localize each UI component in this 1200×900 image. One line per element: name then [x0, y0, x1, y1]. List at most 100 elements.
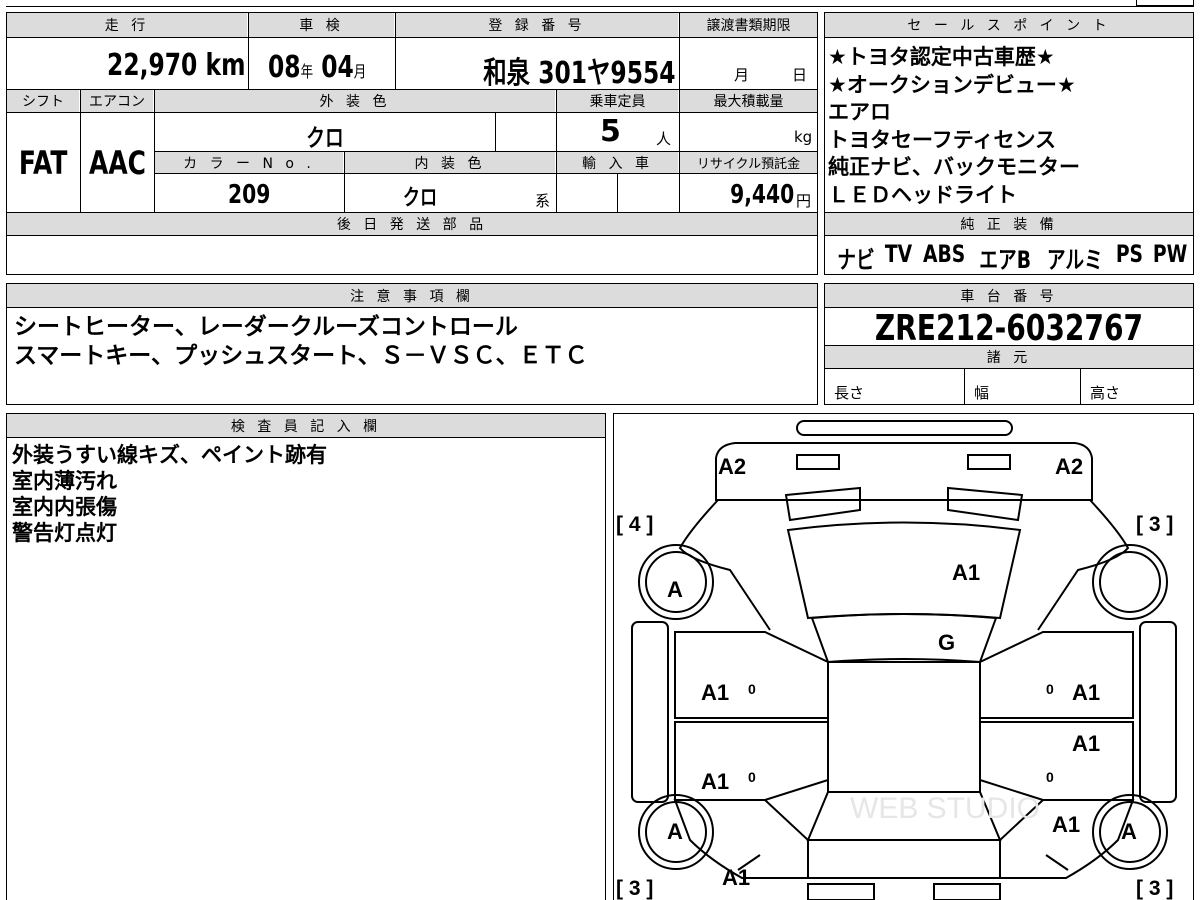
mark-front-right-bumper: A2: [1055, 454, 1083, 479]
roof-shape: [827, 661, 981, 793]
capacity-unit: 人: [656, 130, 672, 148]
interior-color-value: クロ: [345, 180, 495, 212]
equipment-item: TV: [884, 240, 913, 268]
recycle-value: 9,440: [682, 180, 794, 210]
inspector-line: 警告灯点灯: [12, 521, 117, 545]
sales-header-line: [824, 37, 1194, 38]
exterior-color-text: クロ: [306, 124, 344, 152]
hood-shape: [786, 521, 1022, 620]
recycle-unit: 円: [796, 192, 812, 210]
rear-bumper-right: [933, 883, 1001, 900]
shaken-year: 08: [268, 50, 301, 85]
capacity-header: 乗車定員: [557, 90, 678, 112]
mark-front-left-bumper: A2: [718, 454, 746, 479]
equipment-item: ナビ: [837, 246, 875, 274]
inspector-notes: 外装うすい線キズ、ペイント跡有 室内薄汚れ 室内内張傷 警告灯点灯: [12, 442, 327, 546]
mark-front-left-wheel: A: [667, 577, 683, 602]
later-parts-line: [6, 235, 818, 236]
headlamp-right: [947, 486, 1024, 522]
front-bumper-shape: [796, 420, 1013, 436]
car-diagram: A2 A2 A1 G A1 A1 A1 A1 A1 A1 A A A [ 4 ]…: [616, 420, 1177, 900]
left-front-door-shape: [674, 631, 829, 719]
shaken-header: 車 検: [249, 13, 394, 37]
mark-bonnet: A1: [952, 560, 980, 585]
mark-rear-left-quarter: A1: [722, 865, 750, 890]
zero-mark: 0: [1046, 769, 1054, 785]
right-rear-door-shape: [979, 721, 1134, 801]
row2-header-line: [6, 112, 818, 113]
front-end-shape: [715, 442, 1093, 501]
shaken-month: 04: [321, 50, 354, 85]
windshield-shape: [810, 613, 998, 664]
exterior-color-header: 外 装 色: [155, 90, 555, 112]
mileage-number: 22,970: [106, 48, 197, 83]
sales-point-item: ★トヨタ認定中古車歴★: [828, 45, 1055, 69]
inspector-line: 外装うすい線キズ、ペイント跡有: [12, 443, 327, 467]
recycle-amount: 9,440: [729, 180, 794, 210]
equipment-item: エアB: [979, 246, 1032, 274]
chassis-number: ZRE212-6032767: [825, 308, 1193, 349]
mark-windshield: G: [938, 630, 955, 655]
headlamp-left: [784, 486, 861, 522]
sales-point-item: ★オークションデビュー★: [828, 72, 1076, 97]
divider: [248, 12, 249, 89]
color-no-text: 209: [227, 180, 271, 210]
trunk-shape: [807, 839, 1001, 879]
aircon-value: AAC: [81, 144, 153, 182]
transfer-deadline-header: 譲渡書類期限: [680, 13, 817, 37]
top-strip-line: [6, 6, 1194, 7]
row1-header-line: [6, 37, 818, 38]
shaken-month-unit: 月: [353, 62, 367, 81]
tire-rear-left: [ 3 ]: [616, 877, 653, 900]
max-load-unit: kg: [794, 128, 813, 146]
equipment-item: PW: [1152, 240, 1188, 268]
right-front-door-shape: [979, 631, 1134, 719]
mark-rear-right-quarter: A1: [1052, 812, 1080, 837]
zero-mark: 0: [1046, 681, 1054, 697]
height-label: 高さ: [1090, 384, 1121, 402]
mark-front-right-door: A1: [1072, 680, 1100, 705]
divider: [395, 12, 396, 89]
aircon-header: エアコン: [81, 90, 153, 112]
shaken-year-unit: 年: [300, 62, 314, 81]
registration-header: 登 録 番 号: [396, 13, 678, 37]
registration-number: 和泉 301ヤ9554: [483, 56, 676, 91]
fog-lamp-right: [967, 454, 1011, 470]
divider: [679, 12, 680, 89]
max-load-header: 最大積載量: [680, 90, 817, 112]
equipment-item: PS: [1115, 240, 1144, 268]
width-label: 幅: [974, 384, 990, 402]
registration-value: 和泉 301ヤ9554: [400, 48, 676, 92]
row3-header-line: [154, 173, 818, 174]
caution-line: スマートキー、プッシュスタート、Ｓ－ＶＳＣ、ＥＴＣ: [14, 343, 588, 369]
left-front-fender: [678, 499, 771, 631]
recycle-header: リサイクル預託金: [680, 152, 817, 173]
divider: [1080, 368, 1081, 405]
color-no-header: カ ラ ー N o .: [155, 152, 343, 173]
capacity-value: 5: [600, 114, 621, 149]
specs-header: 諸 元: [825, 346, 1193, 368]
wheel-front-right: [1092, 544, 1168, 620]
inspector-line: 室内薄汚れ: [12, 469, 117, 493]
right-front-fender: [1037, 499, 1130, 631]
caution-header-line: [6, 307, 818, 308]
caution-header: 注 意 事 項 欄: [7, 284, 817, 307]
tire-front-right: [ 3 ]: [1136, 513, 1173, 536]
sales-points-header: セ ー ル ス ポ イ ン ト: [825, 13, 1193, 37]
mileage-header: 走 行: [7, 13, 247, 37]
color-no-value: 209: [155, 180, 343, 210]
sales-point-item: エアロ: [828, 100, 891, 124]
later-parts-header: 後 日 発 送 部 品: [7, 213, 817, 235]
caution-text: シートヒーター、レーダークルーズコントロール スマートキー、プッシュスタート、Ｓ…: [14, 313, 588, 371]
chassis-number-text: ZRE212-6032767: [874, 308, 1144, 349]
sales-point-item: 純正ナビ、バックモニター: [828, 155, 1080, 179]
sales-points-list: ★トヨタ認定中古車歴★ ★オークションデビュー★ エアロ トヨタセーフティセンス…: [828, 44, 1080, 209]
top-corner-box: [1136, 0, 1194, 6]
left-rear-door-shape: [674, 721, 829, 801]
import-header: 輸 入 車: [557, 152, 678, 173]
caution-line: シートヒーター、レーダークルーズコントロール: [14, 314, 518, 340]
car-outline: [631, 420, 1177, 900]
transfer-day-unit: 日: [792, 66, 808, 84]
watermark: WEB STUDIO: [850, 792, 1040, 825]
inspector-header-line: [6, 437, 606, 438]
